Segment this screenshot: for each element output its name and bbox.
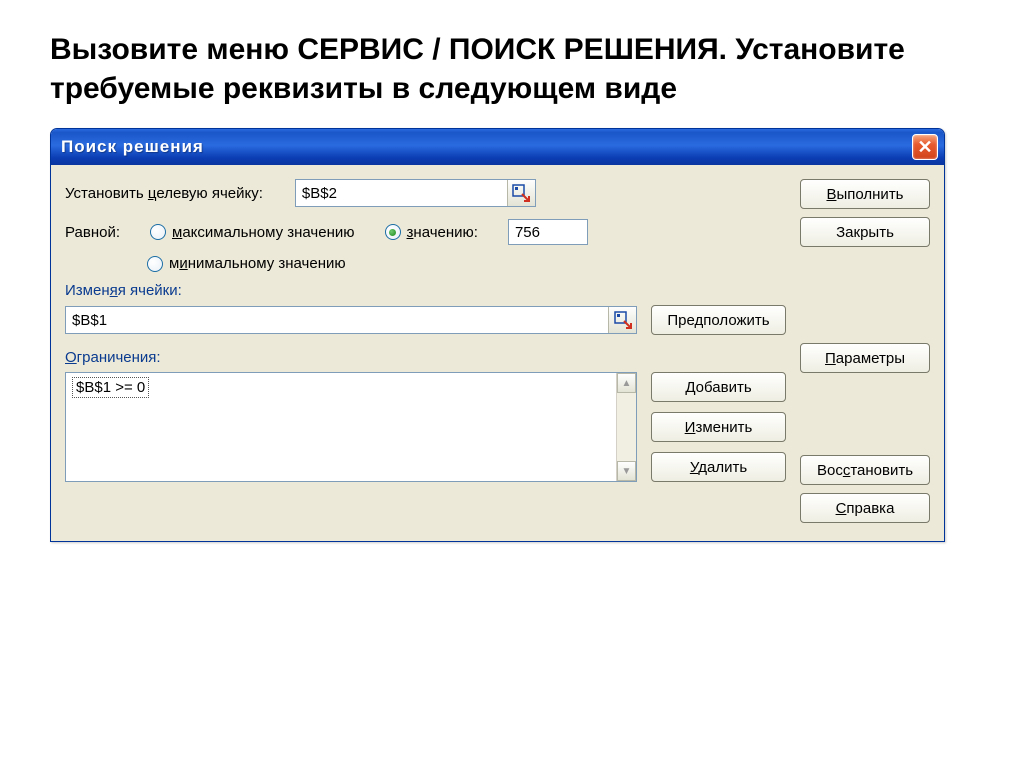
chevron-up-icon: ▲ [622, 378, 632, 389]
constraints-label: Ограничения: [65, 349, 786, 366]
titlebar: Поиск решения ✕ [51, 129, 944, 165]
change-button[interactable]: Изменить [651, 412, 786, 442]
scrollbar: ▲ ▼ [616, 373, 636, 481]
changing-cells-input[interactable] [66, 307, 608, 333]
listbox-content: $B$1 >= 0 [66, 373, 616, 481]
target-cell-input-group [295, 179, 536, 207]
constraints-area: $B$1 >= 0 ▲ ▼ Добавить Изменить Удалить [65, 372, 786, 482]
changing-cells-input-group [65, 306, 637, 334]
range-picker-button[interactable] [507, 180, 535, 206]
range-picker-icon [614, 311, 632, 329]
dialog-body: Установить целевую ячейку: Равной: [51, 165, 944, 541]
delete-button[interactable]: Удалить [651, 452, 786, 482]
close-icon: ✕ [917, 137, 932, 158]
radio-min[interactable] [147, 256, 163, 272]
radio-value[interactable] [385, 224, 401, 240]
radio-max-group[interactable]: максимальному значению [150, 224, 355, 241]
equal-to-row: Равной: максимальному значению значению: [65, 219, 786, 245]
radio-value-label: значению: [407, 224, 478, 241]
target-cell-input[interactable] [296, 180, 507, 206]
add-button[interactable]: Добавить [651, 372, 786, 402]
right-column: Выполнить Закрыть Параметры Восстановить… [800, 179, 930, 523]
scroll-up-button[interactable]: ▲ [617, 373, 636, 393]
guess-button[interactable]: Предположить [651, 305, 786, 335]
radio-value-group[interactable]: значению: [385, 224, 478, 241]
target-cell-row: Установить целевую ячейку: [65, 179, 786, 207]
range-picker-button[interactable] [608, 307, 636, 333]
left-column: Установить целевую ячейку: Равной: [65, 179, 786, 523]
range-picker-icon [512, 184, 530, 202]
radio-min-group[interactable]: минимальному значению [147, 255, 346, 272]
radio-max-label: максимальному значению [172, 224, 355, 241]
spacer [800, 255, 930, 335]
radio-min-label: минимальному значению [169, 255, 346, 272]
changing-cells-label: Изменяя ячейки: [65, 282, 786, 299]
target-cell-label: Установить целевую ячейку: [65, 185, 263, 202]
target-value-input[interactable] [508, 219, 588, 245]
constraints-listbox[interactable]: $B$1 >= 0 ▲ ▼ [65, 372, 637, 482]
help-button[interactable]: Справка [800, 493, 930, 523]
constraint-buttons: Добавить Изменить Удалить [651, 372, 786, 482]
close-button[interactable]: ✕ [912, 134, 938, 160]
solver-dialog: Поиск решения ✕ Установить целевую ячейк… [50, 128, 945, 542]
restore-button[interactable]: Восстановить [800, 455, 930, 485]
spacer [800, 381, 930, 447]
changing-cells-row: Предположить [65, 305, 786, 335]
execute-button[interactable]: Выполнить [800, 179, 930, 209]
min-row: минимальному значению [65, 255, 786, 272]
parameters-button[interactable]: Параметры [800, 343, 930, 373]
page-instruction: Вызовите меню СЕРВИС / ПОИСК РЕШЕНИЯ. Ус… [0, 0, 1024, 128]
scroll-down-button[interactable]: ▼ [617, 461, 636, 481]
equal-to-label: Равной: [65, 224, 120, 241]
close-dialog-button[interactable]: Закрыть [800, 217, 930, 247]
radio-max[interactable] [150, 224, 166, 240]
chevron-down-icon: ▼ [622, 466, 632, 477]
list-item[interactable]: $B$1 >= 0 [72, 377, 149, 398]
dialog-title: Поиск решения [61, 137, 204, 157]
